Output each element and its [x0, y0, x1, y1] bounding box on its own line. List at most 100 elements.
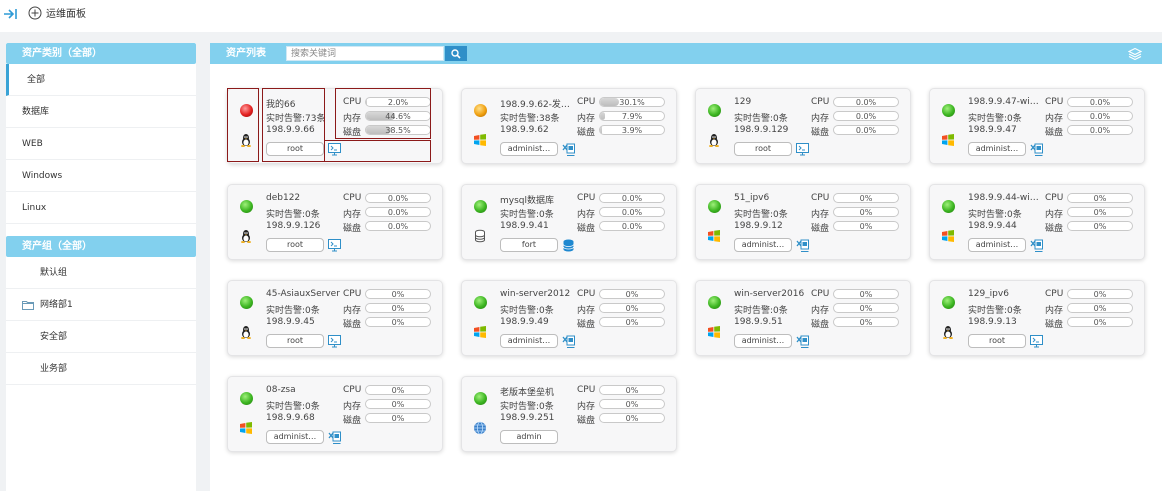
asset-alarm-count: 实时告警:73条 — [266, 114, 326, 124]
sidebar-item-all[interactable]: 全部 — [6, 64, 196, 96]
asset-ip: 198.9.9.44 — [968, 221, 1017, 231]
linux-icon — [241, 326, 251, 339]
remote-desktop-icon[interactable] — [1030, 143, 1043, 156]
cpu-usage-value: 0% — [859, 194, 873, 203]
disk-usage-bar: 0% — [833, 317, 899, 327]
linux-icon — [709, 134, 719, 147]
status-green-icon — [708, 296, 721, 309]
ops-panel-button[interactable]: 运维面板 — [28, 5, 86, 20]
sidebar-item-default-group[interactable]: 默认组 — [6, 257, 196, 289]
ssh-terminal-icon[interactable] — [796, 143, 809, 156]
mem-label: 内存 — [577, 402, 596, 412]
sidebar-item-business-dept[interactable]: 业务部 — [6, 353, 196, 385]
cpu-usage-value: 0% — [391, 386, 405, 395]
collapse-sidebar-icon[interactable] — [2, 6, 18, 22]
remote-desktop-icon[interactable] — [1030, 239, 1043, 252]
ssh-terminal-icon[interactable] — [1030, 335, 1043, 348]
asset-card[interactable]: 我的66 实时告警:73条 198.9.9.66 CPU 2.0% 内存 44.6% … — [227, 88, 443, 164]
status-green-icon — [942, 296, 955, 309]
account-button[interactable]: administ… — [734, 238, 792, 252]
account-button[interactable]: administ… — [968, 238, 1026, 252]
remote-desktop-icon[interactable] — [328, 431, 341, 444]
database-server-icon — [475, 229, 485, 243]
mem-usage-value: 0% — [1093, 304, 1107, 313]
status-green-icon — [708, 200, 721, 213]
mem-label: 内存 — [343, 306, 362, 316]
ssh-terminal-icon[interactable] — [328, 143, 341, 156]
asset-card[interactable]: deb122 实时告警:0条 198.9.9.126 CPU 0.0% 内存 0.0%… — [227, 184, 443, 260]
asset-type-header: 资产类别（全部） — [6, 43, 196, 64]
account-button[interactable]: administ… — [734, 334, 792, 348]
ssh-terminal-icon[interactable] — [328, 239, 341, 252]
asset-card[interactable]: 198.9.9.47-wi… 实时告警:0条 198.9.9.47 CPU 0.0% … — [929, 88, 1145, 164]
account-button[interactable]: administ… — [266, 430, 324, 444]
cpu-usage-bar: 0.0% — [1067, 97, 1133, 107]
sidebar-item-windows[interactable]: Windows — [6, 160, 196, 192]
remote-desktop-icon[interactable] — [796, 335, 809, 348]
mem-usage-value: 0% — [625, 304, 639, 313]
asset-name: deb122 — [266, 193, 301, 203]
cpu-usage-bar: 0% — [1067, 193, 1133, 203]
remote-desktop-icon[interactable] — [796, 239, 809, 252]
disk-usage-value: 3.9% — [621, 126, 643, 135]
asset-card[interactable]: 198.9.9.44-wi… 实时告警:0条 198.9.9.44 CPU 0% 内存… — [929, 184, 1145, 260]
disk-label: 磁盘 — [343, 416, 362, 426]
account-button[interactable]: admin — [500, 430, 558, 444]
mem-usage-value: 0.0% — [621, 208, 643, 217]
asset-card[interactable]: mysql数据库 实时告警:0条 198.9.9.41 CPU 0.0% 内存 0.0… — [461, 184, 677, 260]
ssh-terminal-icon[interactable] — [328, 335, 341, 348]
asset-card[interactable]: 129 实时告警:0条 198.9.9.129 CPU 0.0% 内存 0.0% 磁盘… — [695, 88, 911, 164]
cpu-usage-value: 2.0% — [387, 98, 409, 107]
cpu-usage-bar: 0% — [365, 385, 431, 395]
asset-alarm-count: 实时告警:0条 — [734, 114, 788, 124]
sidebar-item-database[interactable]: 数据库 — [6, 96, 196, 128]
remote-desktop-icon[interactable] — [562, 335, 575, 348]
layers-icon[interactable] — [1128, 47, 1142, 61]
sidebar-item-web[interactable]: WEB — [6, 128, 196, 160]
sidebar-item-security-dept[interactable]: 安全部 — [6, 321, 196, 353]
disk-usage-value: 0% — [859, 222, 873, 231]
account-button[interactable]: root — [968, 334, 1026, 348]
sidebar-item-network-dept[interactable]: 网络部1 — [6, 289, 196, 321]
status-red-icon — [240, 104, 253, 117]
asset-ip: 198.9.9.47 — [968, 125, 1017, 135]
asset-card[interactable]: win-server2012 实时告警:0条 198.9.9.49 CPU 0% 内存… — [461, 280, 677, 356]
asset-card[interactable]: 45-AsiauxServer 实时告警:0条 198.9.9.45 CPU 0% 内… — [227, 280, 443, 356]
mem-usage-value: 0.0% — [855, 112, 877, 121]
mem-usage-bar: 0.0% — [365, 207, 431, 217]
disk-usage-bar: 0% — [833, 221, 899, 231]
disk-usage-value: 38.5% — [385, 126, 411, 135]
asset-ip: 198.9.9.45 — [266, 317, 315, 327]
cpu-usage-bar: 0% — [365, 289, 431, 299]
account-button[interactable]: administ… — [968, 142, 1026, 156]
asset-card[interactable]: win-server2016 实时告警:0条 198.9.9.51 CPU 0% 内存… — [695, 280, 911, 356]
cpu-label: CPU — [577, 289, 596, 299]
cpu-usage-value: 0% — [1093, 194, 1107, 203]
asset-card[interactable]: 老版本堡垒机 实时告警:0条 198.9.9.251 CPU 0% 内存 0% 磁盘 … — [461, 376, 677, 452]
asset-card[interactable]: 08-zsa 实时告警:0条 198.9.9.68 CPU 0% 内存 0% 磁盘 0… — [227, 376, 443, 452]
sidebar-item-linux[interactable]: Linux — [6, 192, 196, 224]
search-input[interactable] — [286, 46, 444, 61]
account-button[interactable]: administ… — [500, 142, 558, 156]
asset-alarm-count: 实时告警:0条 — [968, 210, 1022, 220]
account-button[interactable]: root — [266, 334, 324, 348]
account-button[interactable]: root — [266, 238, 324, 252]
asset-card[interactable]: 198.9.9.62-发… 实时告警:38条 198.9.9.62 CPU 30.1%… — [461, 88, 677, 164]
asset-card[interactable]: 51_ipv6 实时告警:0条 198.9.9.12 CPU 0% 内存 0% 磁盘 … — [695, 184, 911, 260]
account-button[interactable]: root — [266, 142, 324, 156]
asset-card[interactable]: 129_ipv6 实时告警:0条 198.9.9.13 CPU 0% 内存 0% 磁盘… — [929, 280, 1145, 356]
account-button[interactable]: administ… — [500, 334, 558, 348]
account-button[interactable]: root — [734, 142, 792, 156]
windows-icon — [474, 326, 486, 338]
cpu-usage-value: 0% — [1093, 290, 1107, 299]
asset-name: 我的66 — [266, 100, 296, 110]
cpu-usage-value: 0.0% — [1089, 98, 1111, 107]
remote-desktop-icon[interactable] — [562, 143, 575, 156]
database-client-icon[interactable] — [562, 239, 575, 252]
asset-name: 51_ipv6 — [734, 193, 770, 203]
status-orange-icon — [474, 104, 487, 117]
mem-label: 内存 — [1045, 306, 1064, 316]
status-green-icon — [240, 392, 253, 405]
account-button[interactable]: fort — [500, 238, 558, 252]
search-button[interactable] — [445, 46, 467, 61]
